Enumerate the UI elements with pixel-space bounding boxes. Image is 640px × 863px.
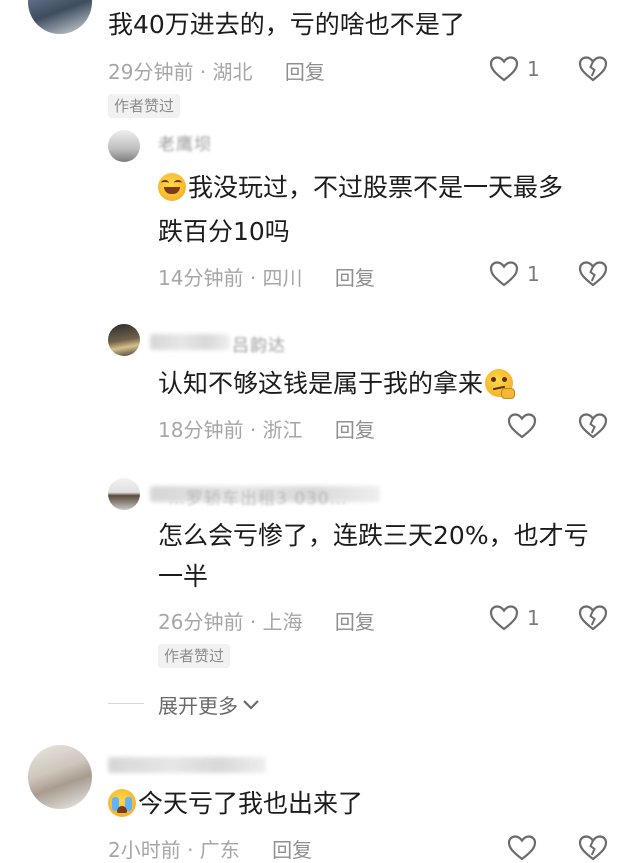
comment-text: 怎么会亏惨了，连跌三天20%，也才亏	[158, 521, 589, 550]
expand-more-label: 展开更多	[158, 694, 238, 718]
like-button[interactable]	[507, 834, 545, 862]
comment-text: 我40万进去的，亏的啥也不是了	[108, 10, 465, 39]
rofl-emoji-icon	[158, 173, 186, 201]
broken-heart-icon	[578, 413, 608, 439]
comment-meta: 18分钟前 · 浙江 回复	[158, 414, 375, 443]
author-name-blurred[interactable]	[150, 334, 230, 350]
broken-heart-icon	[578, 835, 608, 861]
avatar[interactable]	[28, 0, 92, 34]
reply-button[interactable]: 回复	[335, 418, 375, 442]
comment-meta: 14分钟前 · 四川 回复	[158, 262, 375, 291]
dislike-button[interactable]	[578, 260, 608, 288]
like-button[interactable]: 1	[489, 55, 540, 83]
region: · 广东	[187, 838, 240, 862]
reply-button[interactable]: 回复	[335, 610, 375, 634]
dislike-button[interactable]	[578, 834, 608, 862]
like-button[interactable]: 1	[489, 604, 540, 632]
region: · 四川	[249, 266, 303, 290]
author-name[interactable]: 吕韵达	[232, 331, 286, 356]
thinking-emoji-icon	[485, 369, 516, 399]
region: · 浙江	[249, 418, 303, 442]
reply-button[interactable]: 回复	[335, 266, 375, 290]
crying-emoji-icon	[108, 789, 136, 817]
avatar[interactable]	[108, 324, 140, 356]
timestamp: 18分钟前	[158, 418, 244, 442]
timestamp: 2小时前	[108, 838, 181, 862]
timestamp: 26分钟前	[158, 610, 244, 634]
heart-icon	[507, 835, 537, 861]
heart-icon	[489, 605, 519, 631]
timestamp: 14分钟前	[158, 266, 244, 290]
broken-heart-icon	[578, 56, 608, 82]
like-count: 1	[527, 606, 540, 630]
comment-text: 认知不够这钱是属于我的拿来	[158, 364, 516, 404]
like-count: 1	[527, 57, 540, 81]
avatar[interactable]	[108, 478, 140, 510]
author-name[interactable]: 老鹰坝	[158, 130, 212, 155]
avatar[interactable]	[28, 745, 92, 809]
region: · 湖北	[199, 60, 253, 84]
dislike-button[interactable]	[578, 412, 608, 440]
author-liked-badge: 作者赞过	[108, 94, 181, 118]
dislike-button[interactable]	[578, 55, 608, 83]
dislike-button[interactable]	[578, 604, 608, 632]
heart-icon	[507, 413, 537, 439]
chevron-down-icon	[243, 699, 259, 710]
comment-text-line2: 跌百分10吗	[158, 217, 290, 246]
author-name[interactable]: …罗轿车出租3 030…	[168, 484, 348, 509]
author-name-blurred[interactable]	[108, 757, 266, 773]
avatar[interactable]	[108, 130, 140, 162]
reply-button[interactable]: 回复	[272, 838, 312, 862]
comment-text-line2: 一半	[158, 562, 209, 591]
comment-text: 我没玩过，不过股票不是一天最多	[158, 168, 563, 208]
comment-text: 今天亏了我也出来了	[108, 784, 363, 824]
like-button[interactable]	[507, 412, 545, 440]
author-liked-badge: 作者赞过	[158, 644, 231, 668]
region: · 上海	[249, 610, 303, 634]
expand-more-button[interactable]: 展开更多	[158, 690, 260, 719]
heart-icon	[489, 261, 519, 287]
broken-heart-icon	[578, 605, 608, 631]
expand-divider	[108, 703, 144, 704]
reply-button[interactable]: 回复	[285, 60, 325, 84]
timestamp: 29分钟前	[108, 60, 194, 84]
heart-icon	[489, 56, 519, 82]
comment-meta: 29分钟前 · 湖北 回复	[108, 56, 325, 85]
broken-heart-icon	[578, 261, 608, 287]
like-button[interactable]: 1	[489, 260, 540, 288]
like-count: 1	[527, 262, 540, 286]
comment-meta: 2小时前 · 广东 回复	[108, 834, 312, 863]
comment-meta: 26分钟前 · 上海 回复	[158, 606, 375, 635]
